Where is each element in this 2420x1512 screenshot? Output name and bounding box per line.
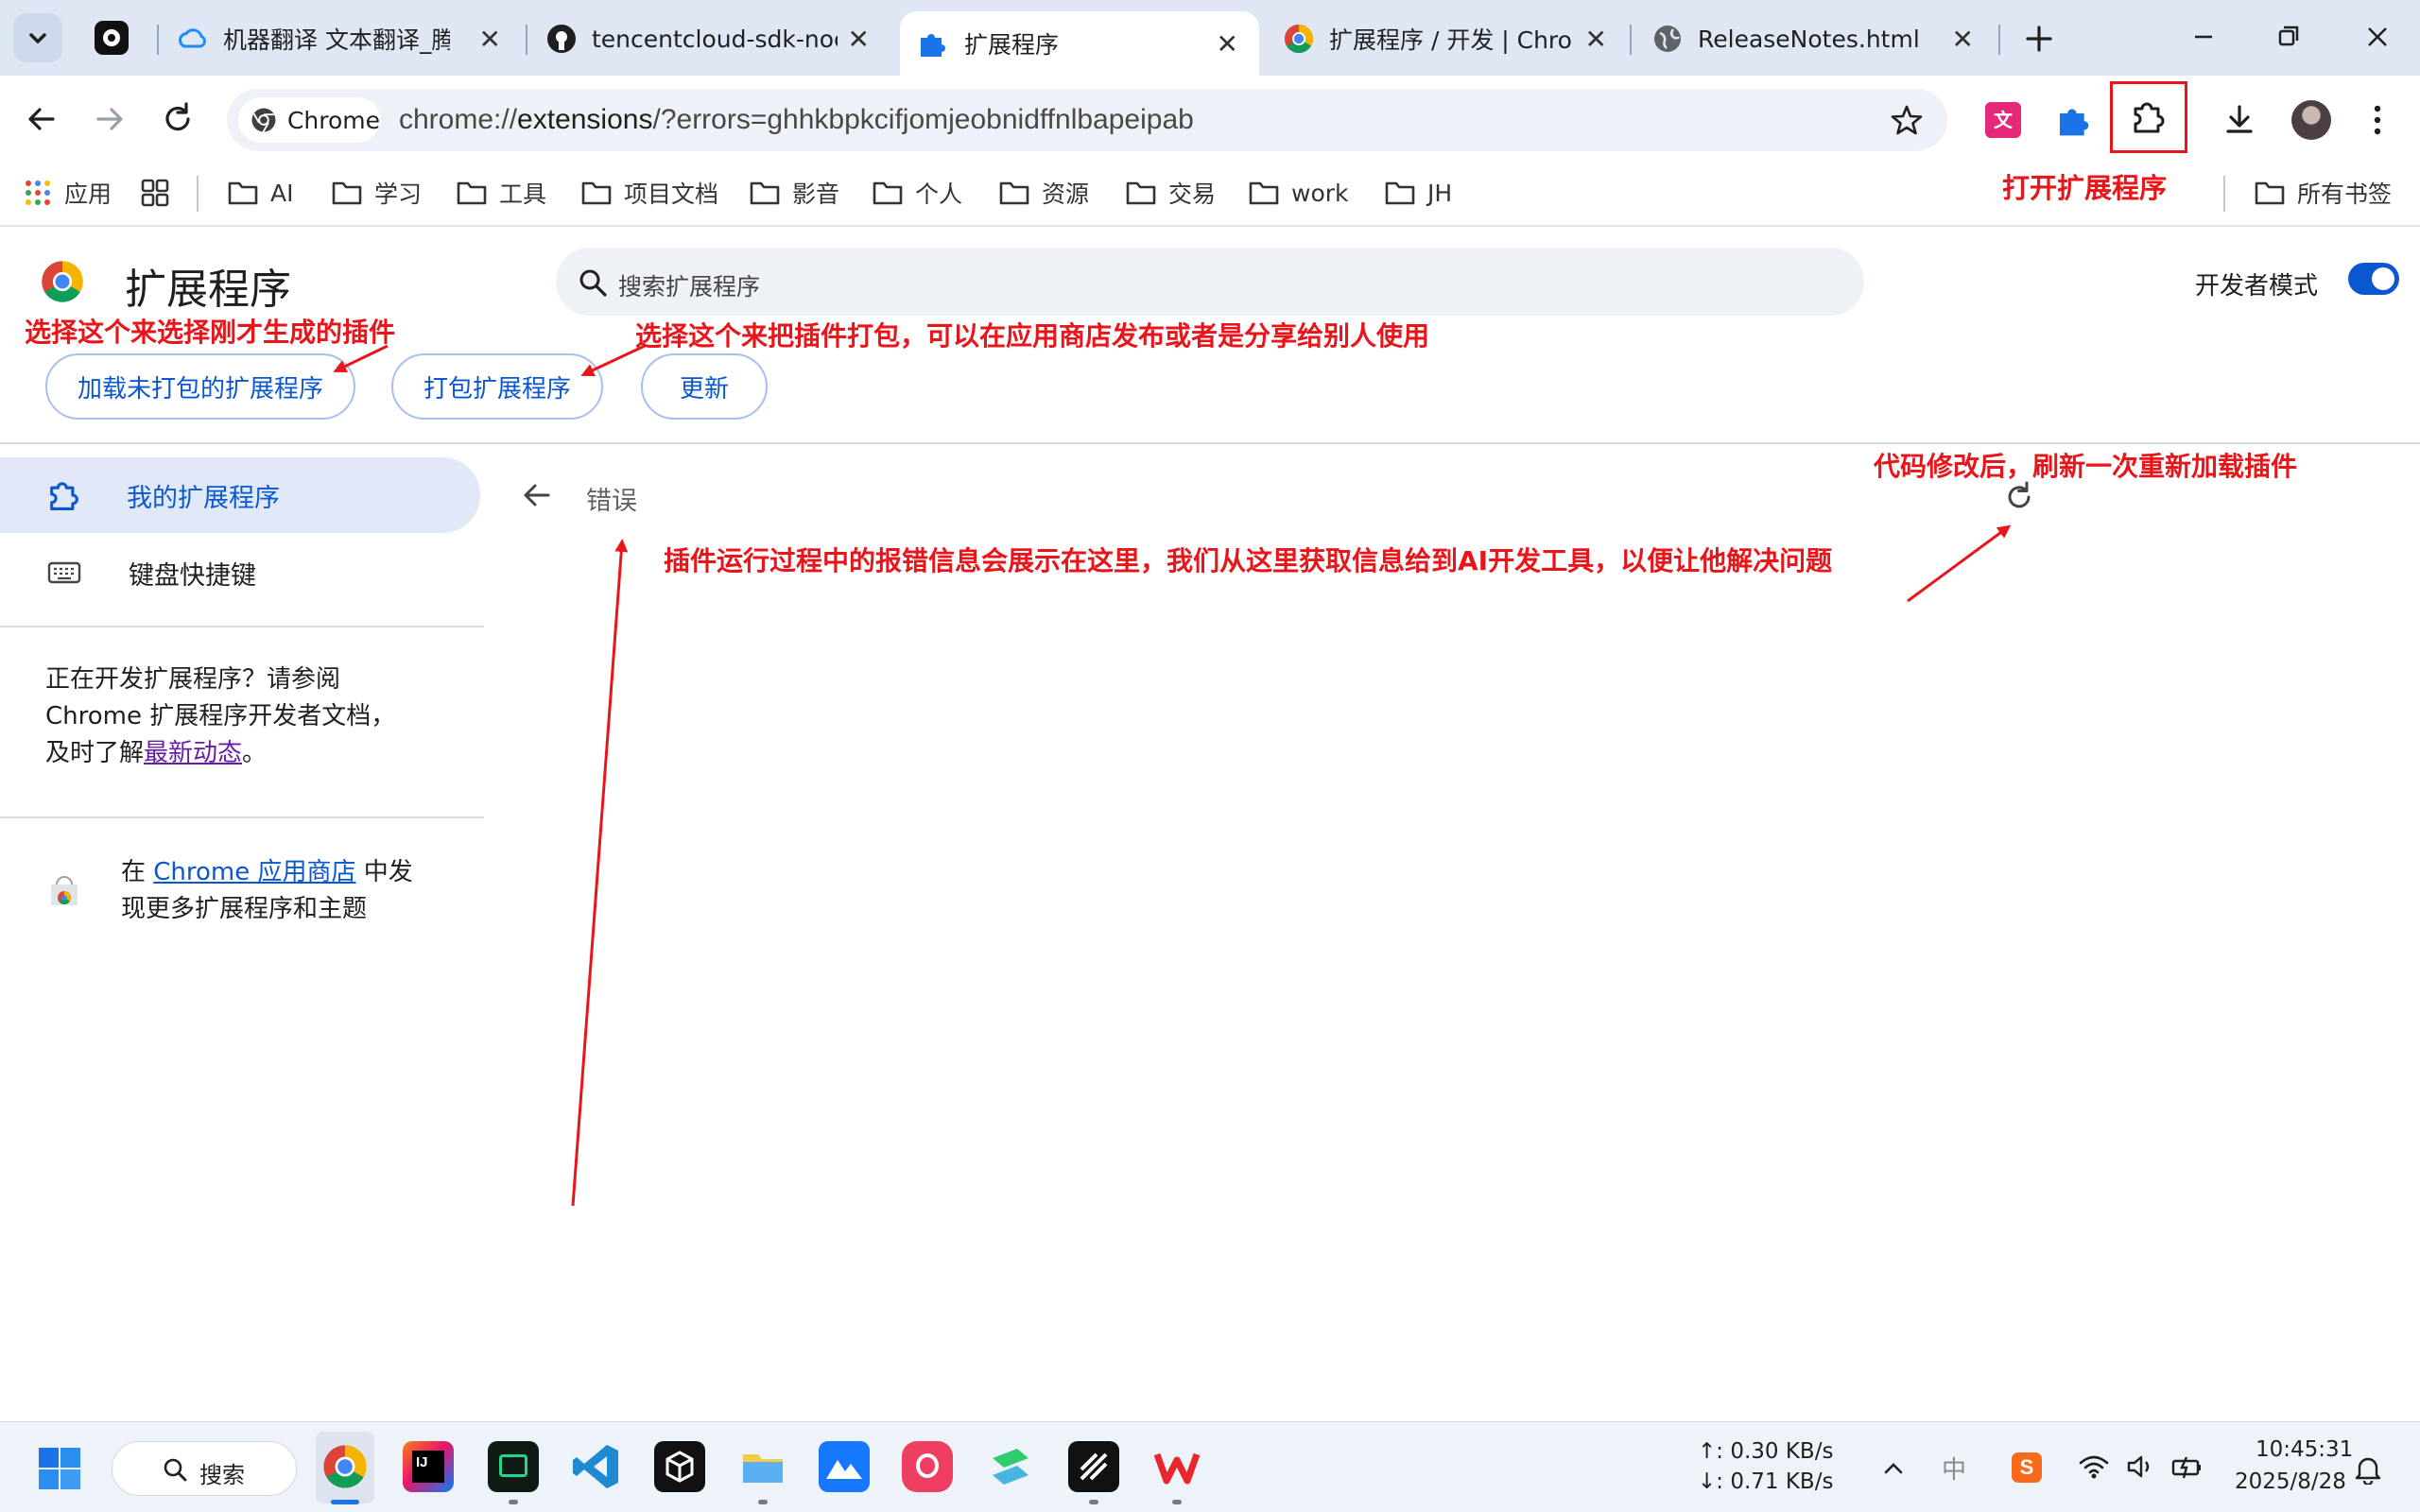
ime-indicator[interactable]: 中 <box>1942 1451 1966 1486</box>
arrow-to-reload-button <box>1907 524 2012 603</box>
annotation-arrows <box>333 344 2012 1207</box>
mountain-icon <box>826 1460 862 1479</box>
taskbar: 搜索 IJ ↑: 0.30 KB/s ↓: 0.71 KB/s 中 S 10:4… <box>0 1421 2420 1512</box>
notification-bell-icon[interactable] <box>2354 1454 2382 1485</box>
battery-icon[interactable] <box>2170 1452 2204 1481</box>
chrome-taskbar-icon[interactable] <box>320 1441 371 1492</box>
lanhu-taskbar-icon[interactable] <box>819 1441 870 1492</box>
vscode-taskbar-icon[interactable] <box>571 1441 622 1492</box>
taskbar-search[interactable]: 搜索 <box>112 1441 297 1496</box>
volume-icon[interactable] <box>2125 1452 2155 1481</box>
taskbar-search-label: 搜索 <box>199 1462 245 1488</box>
search-icon <box>164 1458 187 1482</box>
wps-icon <box>1153 1452 1201 1485</box>
wifi-icon[interactable] <box>2078 1452 2110 1481</box>
sogou-icon[interactable]: S <box>2012 1452 2042 1483</box>
arrow-to-pack-button <box>580 344 646 377</box>
intellij-taskbar-icon[interactable]: IJ <box>403 1441 454 1492</box>
layers-icon <box>993 1449 1028 1485</box>
pink-app-taskbar-icon[interactable] <box>902 1441 953 1492</box>
cube-app-taskbar-icon[interactable] <box>654 1441 705 1492</box>
wps-taskbar-icon[interactable] <box>1151 1441 1202 1492</box>
clock-date[interactable]: 2025/8/28 <box>2235 1469 2346 1494</box>
green-app-taskbar-icon[interactable] <box>985 1441 1036 1492</box>
terminal-taskbar-icon[interactable] <box>488 1441 539 1492</box>
windows-start-icon[interactable] <box>38 1447 81 1490</box>
file-explorer-taskbar-icon[interactable] <box>737 1441 788 1492</box>
stripes-icon <box>1080 1452 1108 1481</box>
network-speed-upload: ↑: 0.30 KB/s <box>1698 1439 1834 1464</box>
cube-icon <box>666 1451 694 1483</box>
network-speed-download: ↓: 0.71 KB/s <box>1698 1469 1834 1494</box>
folder-icon <box>743 1454 783 1483</box>
arrow-to-load-button <box>333 344 389 372</box>
arrow-to-errors <box>571 539 629 1207</box>
clock-time[interactable]: 10:45:31 <box>2256 1437 2353 1462</box>
notion-like-taskbar-icon[interactable] <box>1068 1441 1119 1492</box>
chevron-up-icon[interactable] <box>1879 1454 1908 1483</box>
